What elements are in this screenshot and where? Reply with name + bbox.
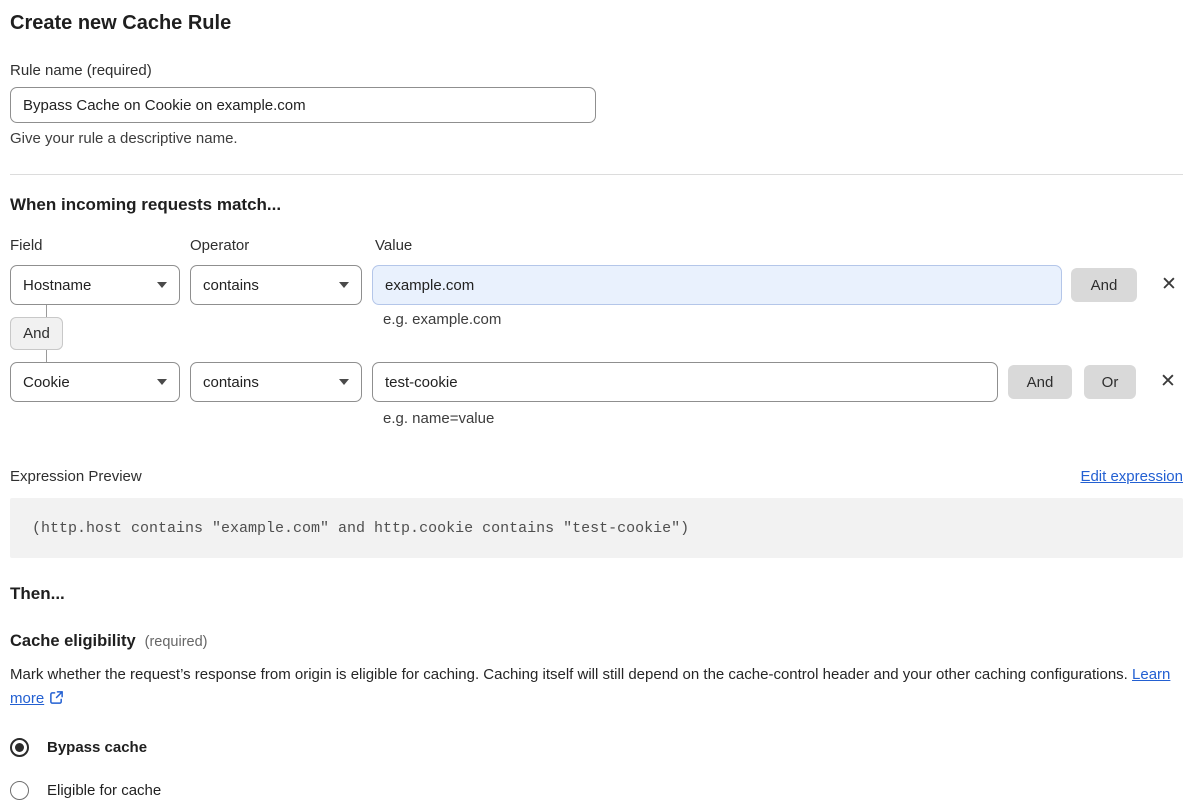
value-hint-1: e.g. example.com [383, 311, 502, 328]
chevron-down-icon [339, 282, 349, 288]
match-section-heading: When incoming requests match... [10, 195, 282, 214]
description-text: Mark whether the request’s response from… [10, 666, 1128, 683]
edit-expression-link[interactable]: Edit expression [1080, 468, 1183, 485]
close-icon[interactable]: ✕ [1156, 370, 1180, 394]
condition-row-2: Cookie contains And Or ✕ [10, 362, 1183, 402]
connector-zone: And e.g. example.com [10, 305, 1183, 362]
field-select-1[interactable]: Hostname [10, 265, 180, 305]
connector-and-button[interactable]: And [10, 317, 63, 350]
expression-code: (http.host contains "example.com" and ht… [10, 498, 1183, 558]
radio-label-bypass-cache: Bypass cache [47, 739, 148, 756]
condition-column-labels: Field Operator Value [10, 237, 1183, 254]
expression-preview-label: Expression Preview [10, 468, 142, 485]
external-link-icon [49, 689, 64, 713]
operator-column-label: Operator [190, 237, 250, 254]
condition-row-1: Hostname contains And ✕ [10, 265, 1183, 305]
value-column-label: Value [375, 237, 413, 254]
field-select-1-value: Hostname [23, 276, 92, 294]
value-input-1[interactable] [372, 265, 1062, 305]
rule-name-label: Rule name (required) [10, 62, 152, 79]
rule-name-input[interactable] [10, 87, 596, 123]
chevron-down-icon [157, 379, 167, 385]
cache-eligibility-heading: Cache eligibility [10, 632, 136, 650]
radio-button-eligible-for-cache[interactable] [10, 781, 29, 800]
operator-select-1[interactable]: contains [190, 265, 362, 305]
page-title: Create new Cache Rule [10, 12, 232, 34]
operator-select-1-value: contains [203, 276, 259, 294]
create-cache-rule-form: Create new Cache Rule Rule name (require… [0, 11, 1200, 800]
radio-label-eligible-for-cache: Eligible for cache [47, 782, 162, 799]
field-column-label: Field [10, 237, 43, 254]
value-hint-2: e.g. name=value [383, 410, 495, 427]
field-select-2-value: Cookie [23, 373, 70, 391]
divider [10, 174, 1183, 175]
radio-button-bypass-cache[interactable] [10, 738, 29, 757]
close-icon[interactable]: ✕ [1157, 273, 1181, 297]
and-button-row2[interactable]: And [1008, 365, 1072, 399]
or-button-row2[interactable]: Or [1084, 365, 1136, 399]
field-select-2[interactable]: Cookie [10, 362, 180, 402]
cache-eligibility-heading-row: Cache eligibility (required) [10, 632, 1183, 651]
then-heading: Then... [10, 584, 65, 603]
radio-option-eligible-for-cache: Eligible for cache [10, 781, 1183, 800]
value-input-2[interactable] [372, 362, 998, 402]
chevron-down-icon [339, 379, 349, 385]
expression-preview-header: Expression Preview Edit expression [10, 468, 1183, 485]
operator-select-2[interactable]: contains [190, 362, 362, 402]
cache-eligibility-description: Mark whether the request’s response from… [10, 663, 1183, 713]
operator-select-2-value: contains [203, 373, 259, 391]
rule-name-help: Give your rule a descriptive name. [10, 130, 238, 147]
radio-dot [15, 743, 24, 752]
chevron-down-icon [157, 282, 167, 288]
and-button-row1[interactable]: And [1071, 268, 1137, 302]
required-note: (required) [144, 634, 208, 650]
radio-option-bypass-cache: Bypass cache [10, 738, 1183, 757]
